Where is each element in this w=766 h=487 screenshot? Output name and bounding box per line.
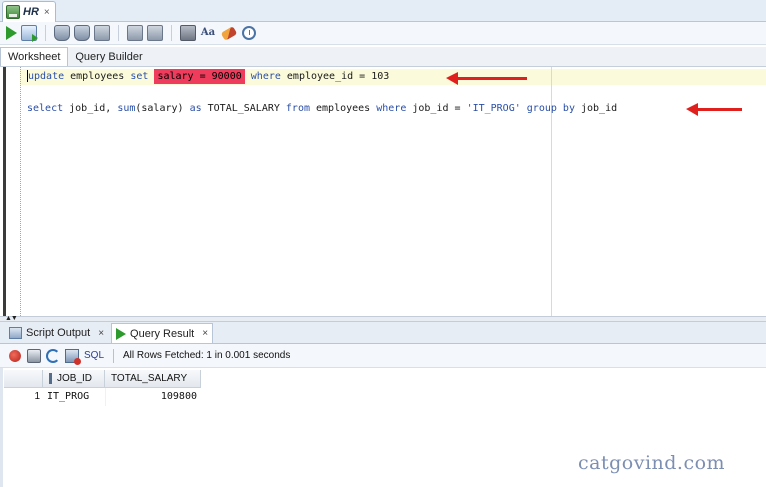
worksheet-tab-label: HR bbox=[23, 6, 39, 18]
cell-total-salary[interactable]: 109800 bbox=[105, 388, 201, 406]
row-number: 1 bbox=[34, 391, 40, 402]
result-toolbar: SQL All Rows Fetched: 1 in 0.001 seconds bbox=[0, 344, 766, 368]
tab-query-builder[interactable]: Query Builder bbox=[68, 47, 149, 66]
column-header-label: TOTAL_SALARY bbox=[111, 373, 188, 384]
column-header-total-salary[interactable]: TOTAL_SALARY bbox=[105, 370, 201, 388]
query-result-icon bbox=[116, 327, 127, 340]
code-text: job_id, bbox=[63, 103, 118, 114]
keyword: group bbox=[526, 103, 557, 114]
keyword: from bbox=[285, 103, 310, 114]
tab-worksheet[interactable]: Worksheet bbox=[0, 47, 69, 66]
toolbar-divider bbox=[45, 25, 46, 41]
row-number-header bbox=[4, 370, 43, 388]
tab-label: Script Output bbox=[26, 327, 91, 339]
code-text: job_id bbox=[574, 103, 618, 114]
close-icon[interactable]: × bbox=[44, 7, 50, 18]
export-icon[interactable] bbox=[65, 348, 81, 365]
rollback-icon[interactable] bbox=[74, 25, 90, 41]
sql-history-icon[interactable] bbox=[180, 25, 196, 41]
close-icon[interactable]: × bbox=[202, 328, 208, 339]
code-text: employees bbox=[310, 103, 377, 114]
cell-job-id[interactable]: IT_PROG bbox=[43, 388, 105, 406]
print-icon[interactable] bbox=[27, 348, 41, 363]
keyword: select bbox=[27, 103, 64, 114]
format-icon[interactable]: Aa bbox=[200, 25, 216, 41]
keyword: sum bbox=[117, 103, 136, 114]
annotation-arrow-line2 bbox=[686, 103, 742, 116]
autotrace-icon[interactable] bbox=[147, 25, 163, 41]
keyword: update bbox=[28, 71, 65, 82]
sql-line-select[interactable]: select job_id, sum(salary) as TOTAL_SALA… bbox=[27, 102, 617, 116]
fetch-status: All Rows Fetched: 1 in 0.001 seconds bbox=[123, 350, 291, 361]
sql-editor[interactable]: update employees set salary = 90000 wher… bbox=[0, 67, 766, 316]
sql-button[interactable]: SQL bbox=[84, 350, 104, 361]
keyword: where bbox=[250, 71, 281, 82]
refresh-icon[interactable] bbox=[46, 348, 60, 363]
keyword: where bbox=[376, 103, 407, 114]
sql-line-update[interactable]: update employees set salary = 90000 wher… bbox=[27, 69, 390, 84]
column-marker-icon bbox=[49, 373, 52, 384]
pin-icon[interactable] bbox=[9, 349, 21, 362]
toolbar-divider bbox=[118, 25, 119, 41]
code-text: employee_id = 103 bbox=[280, 71, 390, 82]
code-text: TOTAL_SALARY bbox=[201, 103, 286, 114]
tab-query-result[interactable]: Query Result × bbox=[111, 323, 214, 343]
worksheet-toolbar: Aa bbox=[0, 22, 766, 45]
code-text: job_id = bbox=[406, 103, 467, 114]
commit-icon[interactable] bbox=[54, 25, 70, 41]
output-tabs: Script Output × Query Result × bbox=[0, 322, 766, 344]
gutter-divider bbox=[20, 67, 21, 316]
annotation-arrow-line1 bbox=[446, 72, 527, 85]
keyword: as bbox=[189, 103, 202, 114]
run-script-icon[interactable] bbox=[21, 25, 38, 42]
explain-plan-icon[interactable] bbox=[127, 25, 143, 41]
grid-header-row: JOB_ID TOTAL_SALARY bbox=[4, 370, 201, 388]
sql-worksheet-icon bbox=[6, 5, 20, 19]
script-output-icon bbox=[9, 327, 22, 339]
highlighted-assignment: salary = 90000 bbox=[154, 69, 245, 84]
document-tab-strip: HR × bbox=[0, 0, 766, 22]
string-literal: 'IT_PROG' bbox=[466, 103, 521, 114]
clear-icon[interactable] bbox=[220, 25, 238, 41]
watermark: catgovind.com bbox=[578, 452, 726, 474]
keyword: by bbox=[562, 103, 575, 114]
code-text: employees bbox=[64, 71, 131, 82]
keyword: set bbox=[130, 71, 149, 82]
table-row[interactable]: 1 IT_PROG 109800 bbox=[4, 388, 201, 406]
editor-gutter bbox=[3, 67, 6, 316]
worksheet-tab-hr[interactable]: HR × bbox=[2, 1, 56, 22]
column-header-label: JOB_ID bbox=[57, 373, 93, 384]
sql-tuning-icon[interactable] bbox=[94, 25, 110, 41]
tab-label: Query Result bbox=[130, 327, 195, 340]
run-statement-icon[interactable] bbox=[6, 26, 17, 40]
result-grid[interactable]: JOB_ID TOTAL_SALARY 1 IT_PROG 109800 bbox=[4, 370, 201, 406]
toolbar-divider bbox=[113, 348, 115, 363]
close-icon[interactable]: × bbox=[98, 328, 104, 339]
worksheet-subtabs: Worksheet Query Builder bbox=[0, 47, 766, 67]
code-text: (salary) bbox=[135, 103, 190, 114]
column-header-job-id[interactable]: JOB_ID bbox=[43, 370, 105, 388]
toolbar-divider bbox=[171, 25, 172, 41]
timer-icon[interactable] bbox=[242, 26, 256, 40]
tab-script-output[interactable]: Script Output × bbox=[4, 323, 109, 343]
